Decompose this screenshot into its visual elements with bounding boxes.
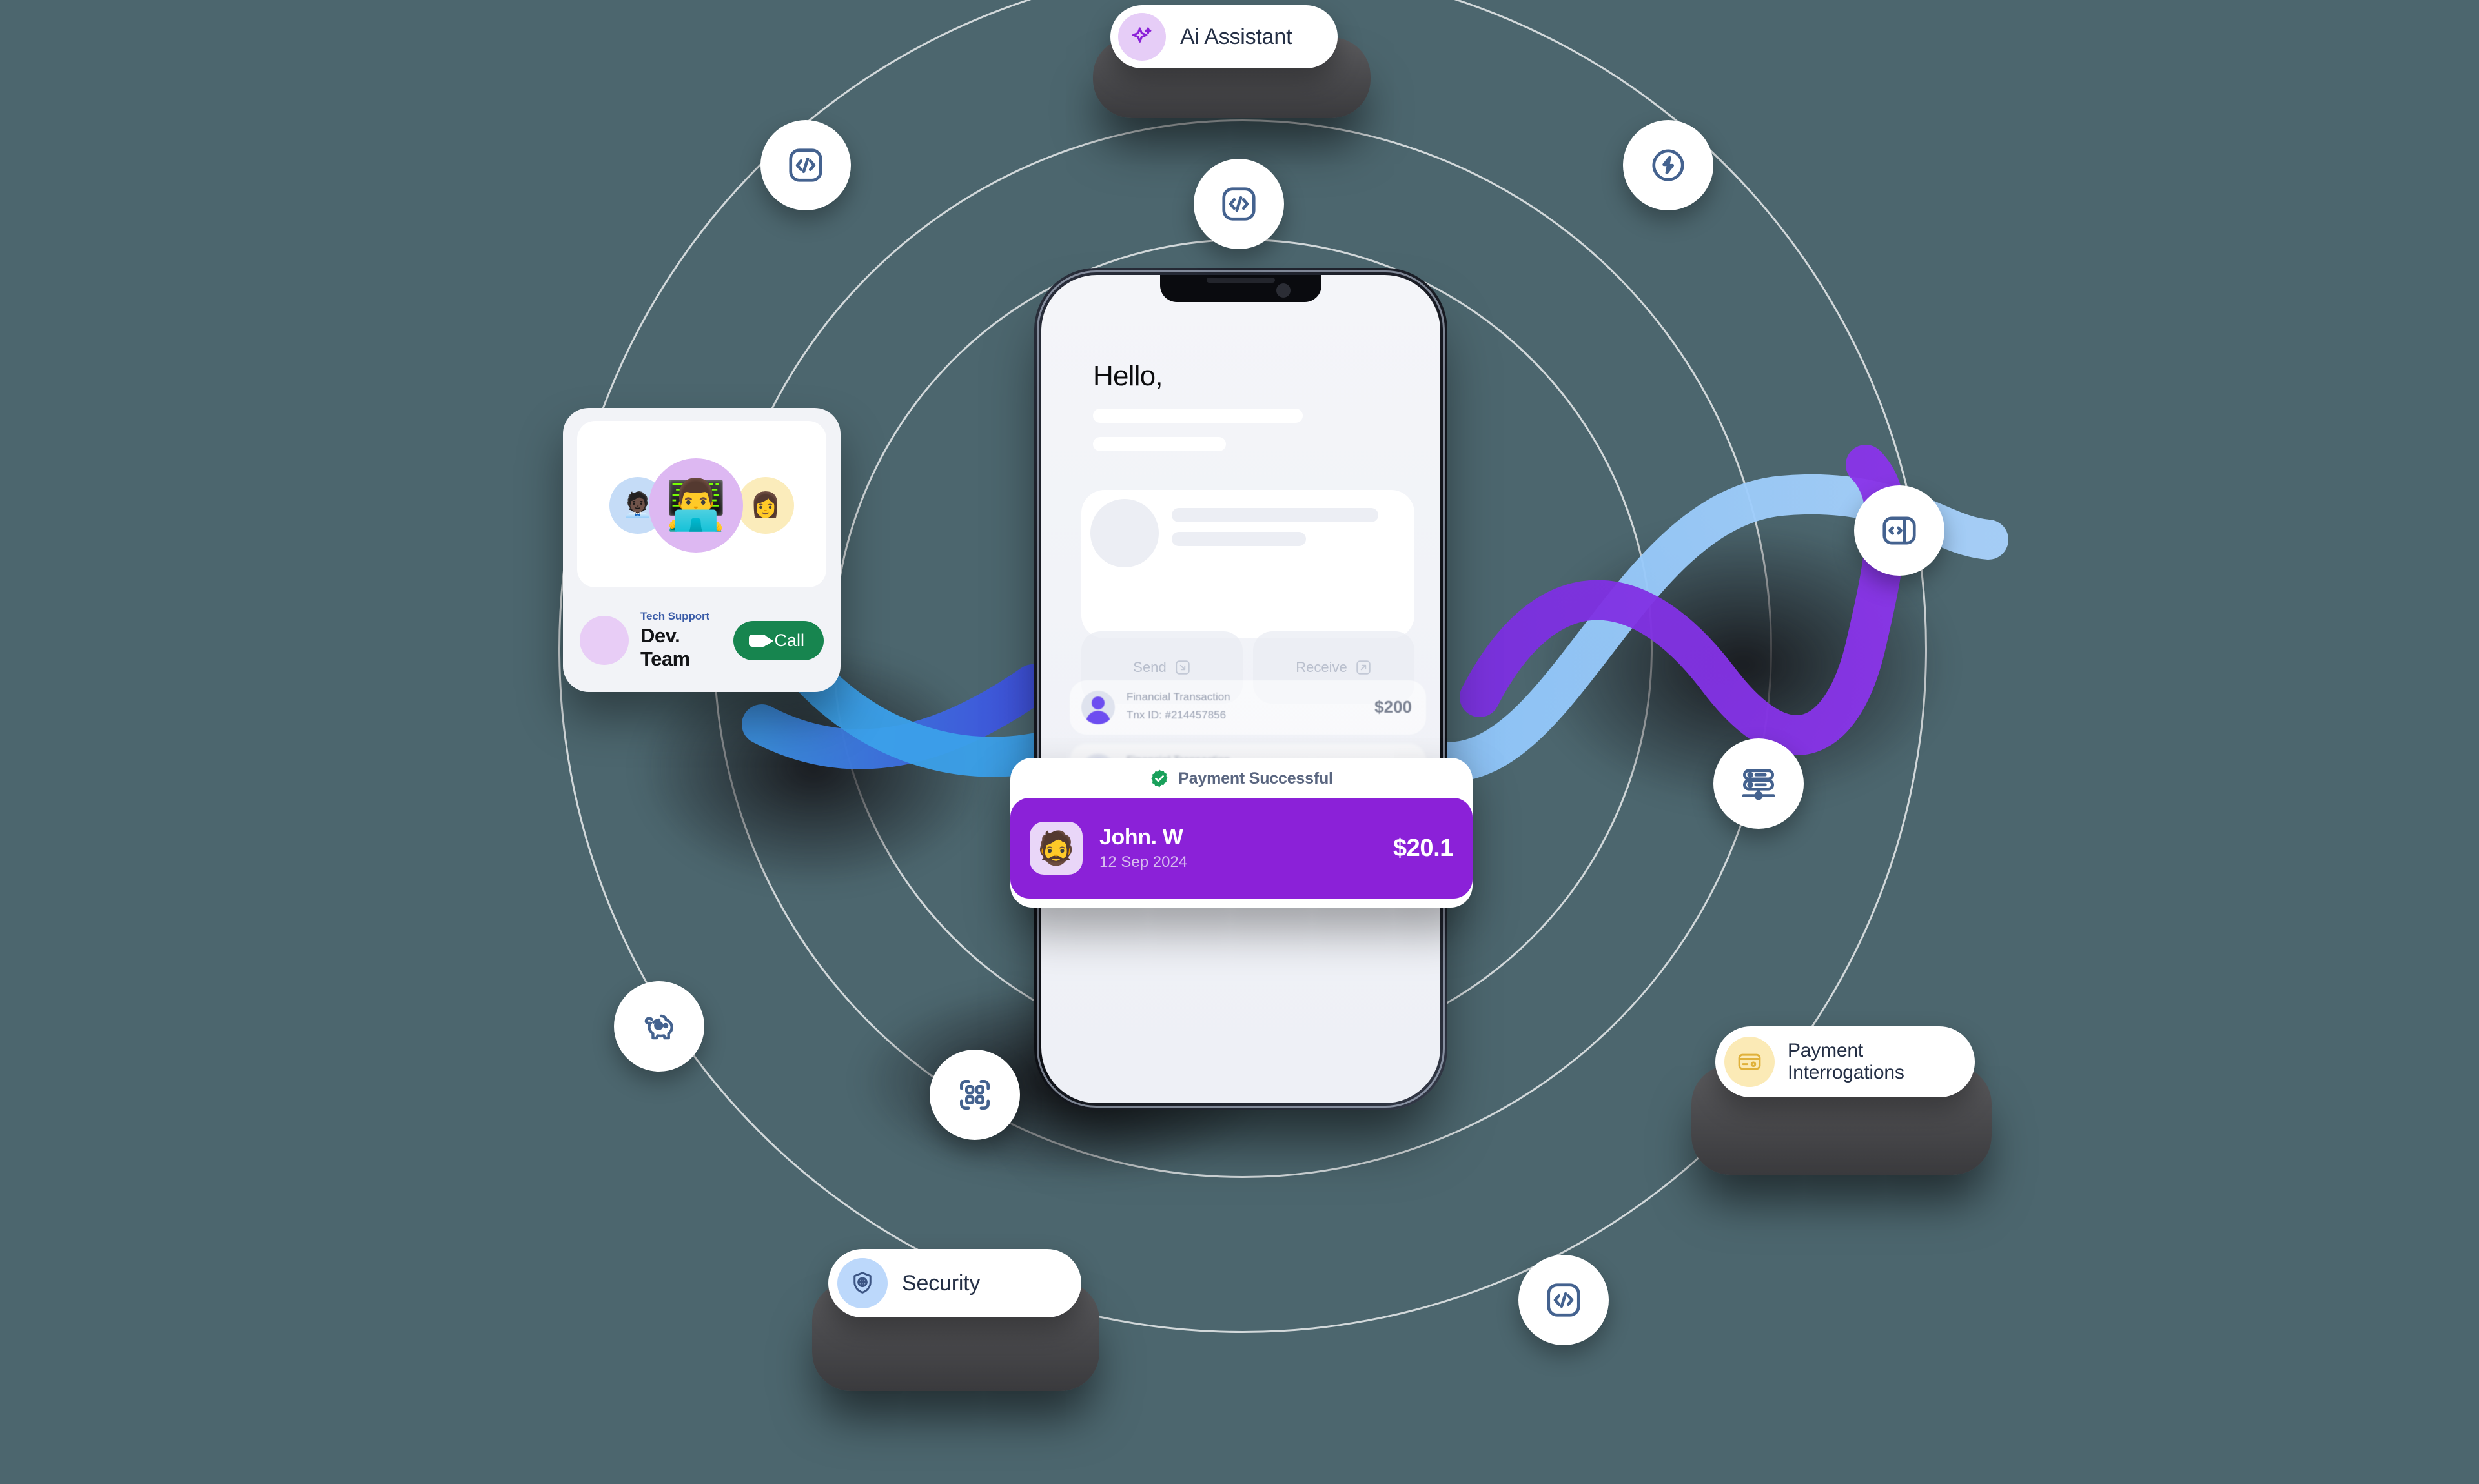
balance-card [1081,490,1414,638]
team-name-label: Dev. Team [640,624,690,670]
team-card-texts: Tech Support Dev. Team [640,610,733,671]
pill-label: Ai Assistant [1180,24,1292,49]
badge-piggy-left[interactable] [614,981,704,1072]
team-card-footer: Tech Support Dev. Team Call [563,589,841,692]
call-button[interactable]: Call [733,620,824,660]
badge-code-split-right[interactable] [1854,485,1944,576]
pill-ai-assistant[interactable]: Ai Assistant [1110,5,1338,68]
payer-name: John. W [1099,825,1183,849]
shield-globe-icon [837,1258,888,1308]
code-brackets-icon [1547,1283,1580,1317]
badge-qr-bottom[interactable] [930,1050,1020,1140]
transaction-name: Financial Transaction [1127,691,1230,703]
table-row[interactable]: Financial Transaction Tnx ID: #214457856… [1070,680,1426,735]
piggy-bank-icon [644,1014,673,1040]
avatar [1081,691,1115,724]
payment-date: 12 Sep 2024 [1099,853,1188,871]
toast-payer-info: John. W 12 Sep 2024 [1099,825,1393,871]
code-brackets-icon [789,148,822,182]
send-label: Send [1133,659,1167,675]
team-avatar-placeholder [580,616,629,665]
badge-server-right[interactable] [1713,738,1804,829]
sparkle-icon [1118,13,1166,61]
payment-amount: $20.1 [1393,834,1453,862]
dev-team-card[interactable]: 🧑🏿‍💼 👩 👨‍💻 Tech Support Dev. Team Call [563,408,841,692]
payment-success-toast: Payment Successful 🧔 John. W 12 Sep 2024… [1010,758,1473,908]
arrow-up-right-box-icon [1356,660,1371,675]
receive-label: Receive [1296,659,1347,675]
phone-mockup: Hello, Send Receive Financial Transactio… [1034,268,1447,1110]
avatar: 🧔 [1030,822,1083,875]
call-button-label: Call [774,630,804,650]
badge-code-top-left[interactable] [760,120,851,210]
badge-lightning-top-right[interactable] [1623,120,1713,210]
credit-card-icon [1724,1037,1775,1087]
phone-screen: Hello, Send Receive Financial Transactio… [1041,275,1440,1103]
server-network-icon [1742,769,1775,800]
pill-label: Payment Interrogations [1788,1040,1904,1083]
transaction-id: Tnx ID: #214457856 [1127,709,1227,721]
pill-payment-interrogations[interactable]: Payment Interrogations [1715,1026,1975,1097]
badge-code-top-center[interactable] [1194,159,1284,249]
qr-grid-icon [960,1080,990,1110]
skeleton-line-1 [1093,409,1303,423]
phone-front-camera [1276,283,1291,298]
greeting-text: Hello, [1093,360,1163,392]
balance-card-avatar [1090,499,1159,567]
code-split-panel-icon [1882,516,1916,545]
pill-label: Security [902,1270,981,1296]
lightning-circle-icon [1652,149,1684,181]
hero-illustration: Hello, Send Receive Financial Transactio… [0,0,2479,1484]
check-badge-icon [1150,769,1169,788]
code-brackets-icon [1222,187,1256,221]
arrow-down-right-box-icon [1175,660,1190,675]
toast-status-text: Payment Successful [1178,769,1333,788]
toast-payment-row: 🧔 John. W 12 Sep 2024 $20.1 [1010,798,1473,899]
phone-notch [1160,275,1321,302]
avatar: 👨‍💻 [649,458,743,553]
toast-header: Payment Successful [1010,758,1473,795]
avatar-group: 🧑🏿‍💼 👩 👨‍💻 [608,456,795,553]
badge-code-bottom[interactable] [1518,1255,1609,1345]
balance-card-line-2 [1172,532,1306,546]
pill-security[interactable]: Security [828,1249,1081,1317]
skeleton-line-2 [1093,437,1226,451]
team-role-label: Tech Support [640,610,710,622]
team-avatars-panel: 🧑🏿‍💼 👩 👨‍💻 [577,421,826,587]
transaction-amount: $200 [1374,697,1412,717]
balance-card-line-1 [1172,508,1378,522]
avatar: 👩 [737,477,794,534]
phone-speaker [1207,278,1275,283]
video-camera-icon [749,634,774,647]
